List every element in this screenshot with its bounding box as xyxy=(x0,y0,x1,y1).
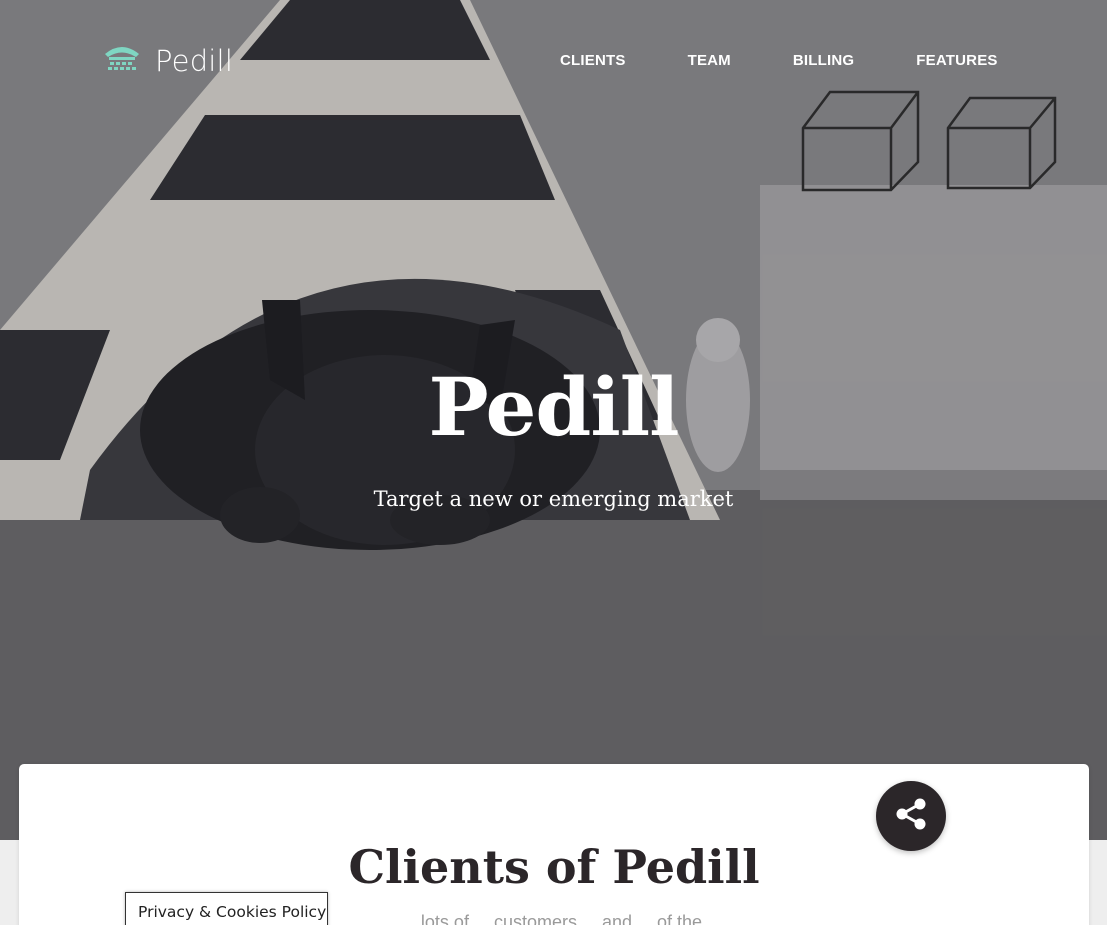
brand[interactable]: Pedill xyxy=(103,42,233,79)
nav-team[interactable]: TEAM xyxy=(688,52,731,69)
main-menu: CLIENTS TEAM BILLING FEATURES xyxy=(560,52,998,69)
cookie-policy-button[interactable]: Privacy & Cookies Policy xyxy=(125,892,328,925)
hero-title: Pedill xyxy=(428,360,679,454)
brand-name: Pedill xyxy=(155,43,234,78)
nav-billing[interactable]: BILLING xyxy=(793,52,854,69)
nav-features[interactable]: FEATURES xyxy=(916,52,997,69)
nav-clients[interactable]: CLIENTS xyxy=(560,52,626,69)
top-navbar: Pedill CLIENTS TEAM BILLING FEATURES xyxy=(0,0,1107,124)
vintage-phone-icon xyxy=(103,42,141,79)
hero-subtitle: Target a new or emerging market xyxy=(373,487,734,511)
share-icon xyxy=(893,796,929,837)
section-title: Clients of Pedill xyxy=(348,840,760,894)
